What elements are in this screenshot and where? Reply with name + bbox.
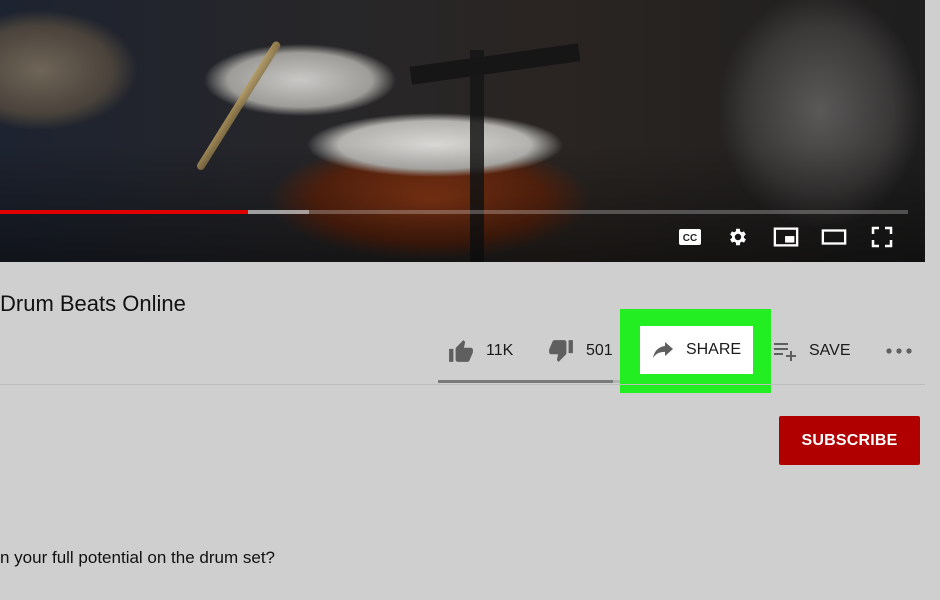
save-button[interactable]: SAVE — [773, 330, 851, 372]
miniplayer-icon — [773, 227, 799, 247]
video-page: CC Drum Beats Online 11K 501 SAVE SHARE … — [0, 0, 940, 600]
share-arrow-icon — [652, 342, 673, 358]
video-title: Drum Beats Online — [0, 291, 186, 316]
sentiment-bar-likes — [438, 380, 613, 383]
video-player[interactable]: CC — [0, 0, 925, 262]
share-button[interactable]: SHARE — [640, 326, 753, 374]
video-shade-overlay — [0, 0, 925, 262]
gear-icon — [730, 228, 746, 246]
dislike-button[interactable]: 501 — [548, 330, 613, 372]
share-label: SHARE — [685, 341, 742, 358]
save-label: SAVE — [809, 342, 851, 359]
thumbs-down-icon — [549, 340, 573, 362]
settings-button[interactable] — [725, 224, 751, 250]
player-controls: CC — [677, 224, 895, 250]
sentiment-bar — [438, 380, 620, 383]
dislike-count: 501 — [586, 342, 613, 359]
cc-icon: CC — [679, 229, 701, 245]
subscribe-button[interactable]: SUBSCRIBE — [779, 416, 920, 465]
playlist-add-icon — [774, 343, 796, 361]
like-count: 11K — [486, 342, 514, 359]
fullscreen-button[interactable] — [869, 224, 895, 250]
progress-bar[interactable] — [0, 210, 908, 214]
fullscreen-icon — [871, 226, 893, 248]
section-divider — [0, 384, 925, 385]
thumbs-up-icon — [449, 340, 473, 362]
miniplayer-button[interactable] — [773, 224, 799, 250]
like-button[interactable]: 11K — [448, 330, 513, 372]
progress-played — [0, 210, 248, 214]
theater-mode-icon — [821, 229, 847, 245]
svg-text:CC: CC — [683, 233, 697, 244]
video-description: n your full potential on the drum set? — [0, 548, 275, 567]
more-actions-button[interactable] — [885, 330, 913, 372]
cc-button[interactable]: CC — [677, 224, 703, 250]
theater-mode-button[interactable] — [821, 224, 847, 250]
more-horizontal-icon — [886, 348, 912, 354]
